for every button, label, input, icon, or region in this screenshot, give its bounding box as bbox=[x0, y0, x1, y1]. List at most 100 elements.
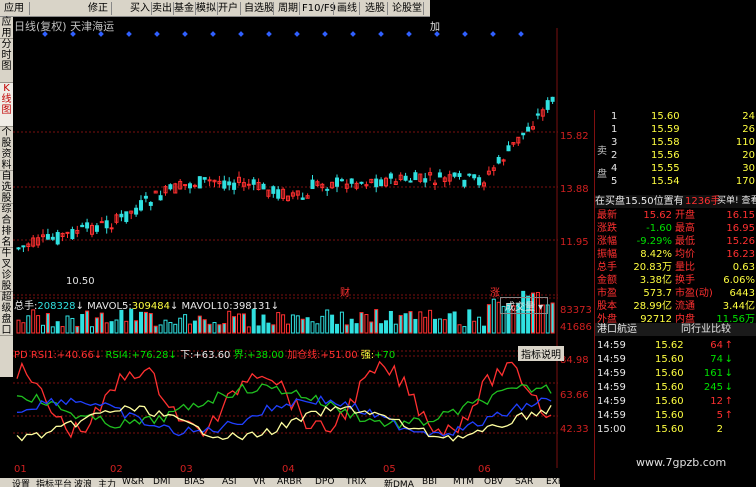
indicator-tab[interactable]: DMI bbox=[153, 478, 170, 487]
toolbar-item[interactable]: 修正 bbox=[86, 2, 110, 15]
sidebar-tab[interactable]: 个股资料 bbox=[0, 127, 13, 171]
sidebar-tab[interactable]: 综合排名 bbox=[0, 204, 13, 248]
toolbar-separator bbox=[333, 2, 334, 15]
candle-body bbox=[408, 180, 413, 183]
indicator-tab[interactable]: ARBR bbox=[277, 478, 302, 487]
indicator-tab[interactable]: 指标平台 bbox=[36, 478, 72, 487]
sidebar-tab[interactable]: 超级盘口 bbox=[0, 292, 13, 336]
volume-bar bbox=[447, 313, 452, 334]
volume-indicator-dropdown[interactable]: 成交量 ▾ bbox=[500, 297, 549, 314]
trades-header[interactable]: 港口航运 同行业比较 bbox=[595, 323, 756, 336]
indicator-tab[interactable]: 波浪 bbox=[74, 478, 92, 487]
volume-bar bbox=[442, 319, 447, 334]
volume-bar bbox=[129, 308, 134, 334]
volume-bar bbox=[31, 309, 36, 334]
sidebar-tab[interactable]: 自选股 bbox=[0, 171, 13, 204]
candle-body bbox=[457, 173, 462, 177]
volume-bar bbox=[349, 318, 354, 334]
volume-bar bbox=[36, 315, 41, 334]
toolbar-item[interactable]: F10/F9 bbox=[302, 2, 336, 15]
indicator-tab[interactable]: SAR bbox=[515, 478, 533, 487]
indicator-tab[interactable]: W&R bbox=[122, 478, 144, 487]
volume-bar bbox=[16, 319, 21, 334]
indicator-tab[interactable]: BIAS bbox=[184, 478, 205, 487]
candle-body bbox=[70, 228, 75, 240]
toolbar-item[interactable]: 应用 bbox=[0, 2, 28, 15]
volume-bar bbox=[339, 311, 344, 334]
event-marker bbox=[434, 31, 440, 37]
candle-body bbox=[80, 224, 85, 228]
volume-bar bbox=[369, 321, 374, 334]
order-alert[interactable]: 在买盘15.50位置有1236手买单! 查看详细 bbox=[595, 195, 756, 208]
volume-bar bbox=[281, 314, 286, 334]
volume-bar bbox=[413, 318, 418, 334]
kline-chart[interactable] bbox=[13, 28, 558, 468]
indicator-tab[interactable]: TRIX bbox=[346, 478, 367, 487]
indicator-tab[interactable]: 设置 bbox=[12, 478, 30, 487]
candle-body bbox=[168, 184, 173, 190]
candle-body bbox=[403, 175, 408, 181]
indicator-tab[interactable]: EXPMA bbox=[546, 478, 560, 487]
indicator-tab[interactable]: DPO bbox=[315, 478, 334, 487]
candle-body bbox=[251, 179, 256, 185]
toolbar-item[interactable]: 基金 bbox=[174, 2, 194, 15]
toolbar-item[interactable]: 开户 bbox=[217, 2, 239, 15]
indicator-tab[interactable]: BBI bbox=[422, 478, 437, 487]
sidebar-tab[interactable]: K线图 bbox=[0, 83, 13, 127]
volume-bar bbox=[550, 302, 555, 334]
toolbar-item[interactable]: 周期 bbox=[278, 2, 298, 15]
event-marker bbox=[182, 31, 188, 37]
indicator-help-button[interactable]: 指标说明 bbox=[518, 346, 564, 361]
toolbar-item[interactable]: 自选股 bbox=[244, 2, 274, 15]
volume-bar bbox=[55, 321, 60, 334]
volume-bar bbox=[163, 319, 168, 334]
volume-bar bbox=[428, 309, 433, 334]
toolbar-item[interactable]: 选股 bbox=[364, 2, 386, 15]
volume-bar bbox=[80, 314, 85, 334]
toolbar-item[interactable]: 模拟 bbox=[196, 2, 216, 15]
toolbar-item[interactable]: 买入 bbox=[130, 2, 150, 15]
volume-bar bbox=[330, 314, 335, 334]
sidebar-tab[interactable]: 应用 bbox=[0, 17, 13, 39]
date-tick: 06 bbox=[478, 464, 491, 475]
event-marker bbox=[518, 31, 524, 37]
volume-bar bbox=[403, 313, 408, 334]
volume-bar bbox=[256, 325, 261, 334]
volume-bar bbox=[202, 319, 207, 334]
candle-body bbox=[148, 201, 153, 206]
candle-body bbox=[104, 220, 109, 229]
candle-body bbox=[550, 96, 555, 102]
toolbar-item[interactable]: 画线 bbox=[336, 2, 358, 15]
arrow-down-icon: ↓ bbox=[724, 354, 733, 365]
candle-body bbox=[183, 184, 188, 187]
trade-row: 15:00 15.60 2 bbox=[597, 424, 723, 435]
event-marker bbox=[322, 31, 328, 37]
finance-marker: 财 bbox=[340, 288, 350, 299]
candle-body bbox=[94, 225, 99, 232]
candle-body bbox=[423, 178, 428, 183]
volume-bar bbox=[477, 316, 482, 334]
candle-body bbox=[85, 222, 90, 229]
indicator-tab[interactable]: MTM bbox=[453, 478, 474, 487]
sidebar-tab[interactable]: 分时图 bbox=[0, 39, 13, 83]
volume-bar bbox=[99, 312, 104, 334]
sidebar-tab[interactable]: 牛叉诊股 bbox=[0, 248, 13, 292]
volume-bar bbox=[482, 325, 486, 334]
toolbar-separator bbox=[299, 2, 300, 15]
ind-tick: 42.33 bbox=[560, 424, 589, 435]
stat-row: 涨跌 -1.60 最高 16.95 bbox=[597, 223, 755, 234]
volume-bar bbox=[222, 323, 227, 334]
indicator-tab[interactable]: VR bbox=[253, 478, 265, 487]
arrow-up-icon: ↑ bbox=[724, 396, 733, 407]
indicator-tab[interactable]: OBV bbox=[484, 478, 503, 487]
indicator-tab[interactable]: ASI bbox=[222, 478, 237, 487]
candle-body bbox=[261, 183, 266, 190]
volume-bar bbox=[452, 311, 457, 334]
top-toolbar: 应用 修正 买入 卖出 基金 模拟 开户 自选股 周期 F10/F9 画线 选股 论股堂 bbox=[0, 0, 430, 17]
toolbar-item[interactable]: 卖出 bbox=[152, 2, 172, 15]
volume-bar bbox=[379, 323, 384, 334]
toolbar-item[interactable]: 论股堂 bbox=[392, 2, 422, 15]
indicator-tab[interactable]: 主力 bbox=[98, 478, 116, 487]
indicator-tab[interactable]: 新DMA bbox=[384, 478, 414, 487]
volume-bar bbox=[398, 314, 403, 334]
